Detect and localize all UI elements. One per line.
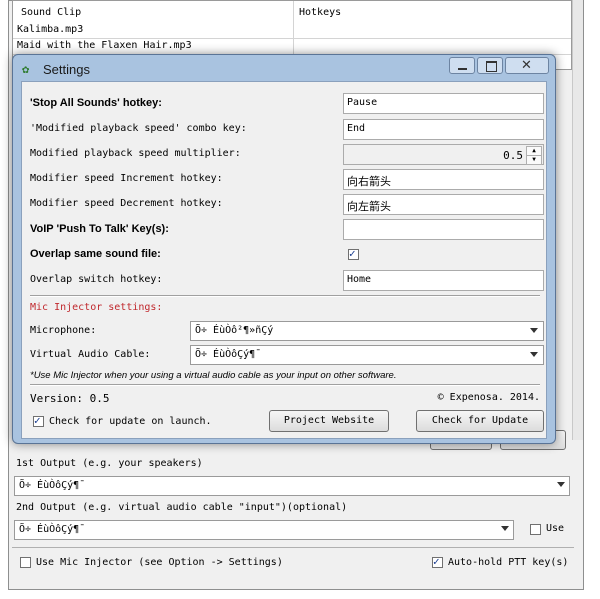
minimize-button[interactable]	[449, 57, 475, 74]
column-header-sound-clip[interactable]: Sound Clip	[21, 6, 81, 20]
speed-inc-label: Modifier speed Increment hotkey:	[30, 173, 223, 184]
chevron-down-icon	[557, 482, 565, 487]
mic-injector-note: *Use Mic Injector when your using a virt…	[30, 370, 397, 381]
overlap-switch-input[interactable]: Home	[343, 270, 544, 291]
vac-label: Virtual Audio Cable:	[30, 349, 151, 360]
mod-speed-mult-value: 0.5	[503, 149, 523, 162]
auto-hold-label: Auto-hold PTT key(s)	[448, 557, 569, 568]
use-mic-injector-checkbox[interactable]	[20, 557, 31, 568]
close-button[interactable]: ✕	[505, 57, 549, 74]
maximize-button[interactable]	[477, 57, 503, 74]
microphone-value: Õ÷ ÉùÒô²¶»ñÇý	[195, 325, 274, 336]
column-header-hotkeys[interactable]: Hotkeys	[299, 6, 341, 20]
settings-panel: 'Stop All Sounds' hotkey: Pause 'Modifie…	[21, 81, 547, 439]
chevron-down-icon	[530, 328, 538, 333]
use-checkbox[interactable]	[530, 524, 541, 535]
divider	[30, 295, 540, 297]
stop-all-value: Pause	[347, 97, 378, 108]
divider	[30, 384, 540, 386]
output2-select[interactable]: Õ÷ ÉùÒôÇý¶¯	[14, 520, 514, 540]
maximize-icon	[486, 61, 497, 72]
microphone-label: Microphone:	[30, 325, 97, 336]
stop-all-label: 'Stop All Sounds' hotkey:	[30, 97, 162, 109]
version-label: Version: 0.5	[30, 392, 110, 405]
use-label: Use	[546, 523, 565, 534]
vac-select[interactable]: Õ÷ ÉùÒôÇý¶¯	[190, 345, 544, 365]
table-cell-clip: Maid with the Flaxen Hair.mp3	[17, 40, 192, 51]
chevron-down-icon	[501, 526, 509, 531]
vac-value: Õ÷ ÉùÒôÇý¶¯	[195, 349, 262, 360]
voip-label: VoIP 'Push To Talk' Key(s):	[30, 223, 169, 235]
settings-dialog: ✿ Settings ✕ 'Stop All Sounds' hotkey: P…	[12, 54, 556, 444]
chevron-down-icon	[530, 352, 538, 357]
mod-speed-combo-input[interactable]: End	[343, 119, 544, 140]
divider	[12, 547, 574, 548]
table-row[interactable]: Kalimba.mp3	[13, 23, 571, 39]
dialog-title: Settings	[43, 62, 90, 77]
use-mic-injector-label: Use Mic Injector (see Option -> Settings…	[36, 557, 283, 568]
overlap-switch-label: Overlap switch hotkey:	[30, 274, 163, 285]
table-cell-clip: Kalimba.mp3	[17, 24, 84, 35]
voip-input[interactable]	[343, 219, 544, 240]
output1-select[interactable]: Õ÷ ÉùÒôÇý¶¯	[14, 476, 570, 496]
app-icon: ✿	[22, 62, 30, 76]
overlap-switch-value: Home	[347, 274, 372, 285]
overlap-same-checkbox[interactable]	[348, 247, 359, 260]
project-website-button[interactable]: Project Website	[269, 410, 389, 432]
table-row[interactable]: Maid with the Flaxen Hair.mp3	[13, 39, 571, 55]
output1-value: Õ÷ ÉùÒôÇý¶¯	[19, 480, 86, 491]
speed-inc-value: 向右箭头	[347, 176, 391, 188]
speed-dec-input[interactable]: 向左箭头	[343, 194, 544, 215]
overlap-same-label: Overlap same sound file:	[30, 248, 161, 260]
output2-label: 2nd Output (e.g. virtual audio cable "in…	[16, 502, 348, 513]
mod-speed-mult-label: Modified playback speed multiplier:	[30, 148, 241, 159]
check-for-update-button[interactable]: Check for Update	[416, 410, 544, 432]
auto-hold-checkbox[interactable]	[432, 555, 443, 568]
copyright-label: © Expenosa. 2014.	[437, 392, 540, 403]
check-update-launch-checkbox[interactable]	[33, 414, 44, 427]
speed-dec-label: Modifier speed Decrement hotkey:	[30, 198, 223, 209]
mod-speed-combo-value: End	[347, 123, 366, 134]
main-scrollbar[interactable]	[572, 0, 583, 440]
output1-label: 1st Output (e.g. your speakers)	[16, 458, 203, 469]
mod-speed-mult-stepper[interactable]: 0.5 ▲ ▼	[343, 144, 544, 165]
output2-value: Õ÷ ÉùÒôÇý¶¯	[19, 524, 86, 535]
spin-down-icon[interactable]: ▼	[526, 155, 542, 165]
mod-speed-combo-label: 'Modified playback speed' combo key:	[30, 123, 247, 134]
check-update-launch-label: Check for update on launch.	[49, 416, 212, 427]
mic-section-label: Mic Injector settings:	[30, 302, 163, 313]
stop-all-input[interactable]: Pause	[343, 93, 544, 114]
minimize-icon	[458, 68, 467, 70]
speed-dec-value: 向左箭头	[347, 201, 391, 213]
close-icon: ✕	[521, 57, 532, 72]
speed-inc-input[interactable]: 向右箭头	[343, 169, 544, 190]
microphone-select[interactable]: Õ÷ ÉùÒô²¶»ñÇý	[190, 321, 544, 341]
